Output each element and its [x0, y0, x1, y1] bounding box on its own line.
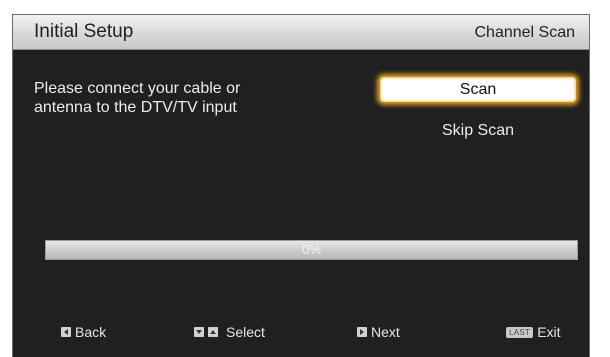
instruction-line-2: antenna to the DTV/TV input: [34, 99, 237, 116]
progress-label: 0%: [302, 242, 321, 257]
last-key-icon: LAST: [506, 326, 534, 338]
next-label: Next: [371, 324, 400, 340]
scan-button[interactable]: Scan: [380, 77, 576, 102]
back-label: Back: [75, 324, 107, 340]
screen-name: Channel Scan: [474, 24, 575, 41]
next-hint[interactable]: Next: [357, 323, 400, 341]
down-arrow-key-icon: [194, 327, 204, 337]
skip-scan-button[interactable]: Skip Scan: [380, 118, 576, 143]
dialog-header: Initial Setup Channel Scan: [13, 15, 589, 50]
page-title: Initial Setup: [34, 21, 134, 42]
channel-scan-dialog: Initial Setup Channel Scan Please connec…: [12, 14, 590, 357]
select-label: Select: [226, 324, 265, 340]
scan-progress-bar: 0%: [45, 240, 578, 260]
up-arrow-key-icon: [208, 327, 218, 337]
instruction-text: Please connect your cable or antenna to …: [34, 79, 334, 117]
exit-hint[interactable]: LAST Exit: [506, 323, 561, 341]
back-hint[interactable]: Back: [61, 323, 106, 341]
left-arrow-key-icon: [61, 327, 71, 337]
instruction-line-1: Please connect your cable or: [34, 80, 241, 97]
select-hint[interactable]: Select: [194, 323, 265, 341]
right-arrow-key-icon: [357, 327, 367, 337]
exit-label: Exit: [537, 324, 561, 340]
